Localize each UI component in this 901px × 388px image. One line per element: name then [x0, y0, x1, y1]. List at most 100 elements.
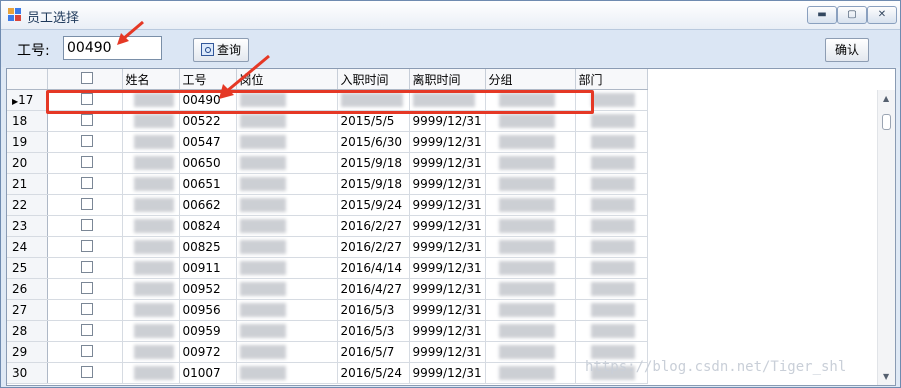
- name-cell[interactable]: [122, 215, 180, 237]
- dept-cell[interactable]: [575, 194, 648, 216]
- table-row[interactable]: 28 00959 2016/5/3 9999/12/31: [7, 320, 648, 342]
- select-cell[interactable]: [47, 257, 123, 279]
- start-cell[interactable]: 2016/5/3: [337, 320, 410, 342]
- end-cell[interactable]: 9999/12/31: [409, 257, 486, 279]
- row-checkbox[interactable]: [80, 114, 93, 126]
- id-cell[interactable]: 00972: [179, 341, 237, 363]
- group-cell[interactable]: [485, 362, 576, 384]
- table-row[interactable]: 30 01007 2016/5/24 9999/12/31: [7, 362, 648, 384]
- table-row[interactable]: 19 00547 2015/6/30 9999/12/31: [7, 131, 648, 153]
- column-header-start[interactable]: 入职时间: [337, 69, 410, 90]
- row-checkbox[interactable]: [80, 303, 93, 315]
- name-cell[interactable]: [122, 341, 180, 363]
- select-cell[interactable]: [47, 362, 123, 384]
- dept-cell[interactable]: [575, 299, 648, 321]
- column-header-end[interactable]: 离职时间: [409, 69, 486, 90]
- table-row[interactable]: 20 00650 2015/9/18 9999/12/31: [7, 152, 648, 174]
- post-cell[interactable]: [236, 362, 338, 384]
- row-header[interactable]: 21: [7, 173, 48, 195]
- end-cell[interactable]: 9999/12/31: [409, 236, 486, 258]
- table-row[interactable]: 21 00651 2015/9/18 9999/12/31: [7, 173, 648, 195]
- row-header[interactable]: 25: [7, 257, 48, 279]
- row-header[interactable]: 30: [7, 362, 48, 384]
- name-cell[interactable]: [122, 278, 180, 300]
- id-cell[interactable]: 00952: [179, 278, 237, 300]
- group-cell[interactable]: [485, 152, 576, 174]
- end-cell[interactable]: 9999/12/31: [409, 131, 486, 153]
- close-button[interactable]: ✕: [867, 6, 897, 24]
- group-cell[interactable]: [485, 257, 576, 279]
- column-header-group[interactable]: 分组: [485, 69, 576, 90]
- select-cell[interactable]: [47, 152, 123, 174]
- row-checkbox[interactable]: [80, 198, 93, 210]
- start-cell[interactable]: 2015/6/30: [337, 131, 410, 153]
- name-cell[interactable]: [122, 173, 180, 195]
- group-cell[interactable]: [485, 278, 576, 300]
- start-cell[interactable]: 2016/5/7: [337, 341, 410, 363]
- end-cell[interactable]: 9999/12/31: [409, 194, 486, 216]
- end-cell[interactable]: 9999/12/31: [409, 278, 486, 300]
- id-cell[interactable]: 00825: [179, 236, 237, 258]
- group-cell[interactable]: [485, 320, 576, 342]
- select-cell[interactable]: [47, 194, 123, 216]
- dept-cell[interactable]: [575, 320, 648, 342]
- select-cell[interactable]: [47, 215, 123, 237]
- table-row[interactable]: 27 00956 2016/5/3 9999/12/31: [7, 299, 648, 321]
- table-row[interactable]: 23 00824 2016/2/27 9999/12/31: [7, 215, 648, 237]
- row-header[interactable]: 18: [7, 110, 48, 132]
- select-cell[interactable]: [47, 320, 123, 342]
- group-cell[interactable]: [485, 215, 576, 237]
- row-checkbox[interactable]: [80, 219, 93, 231]
- row-header[interactable]: 29: [7, 341, 48, 363]
- row-header[interactable]: 24: [7, 236, 48, 258]
- name-cell[interactable]: [122, 257, 180, 279]
- dept-cell[interactable]: [575, 173, 648, 195]
- post-cell[interactable]: [236, 173, 338, 195]
- end-cell[interactable]: 9999/12/31: [409, 299, 486, 321]
- id-cell[interactable]: 00547: [179, 131, 237, 153]
- post-cell[interactable]: [236, 236, 338, 258]
- row-checkbox[interactable]: [80, 177, 93, 189]
- post-cell[interactable]: [236, 215, 338, 237]
- confirm-button[interactable]: 确认: [825, 38, 869, 62]
- id-cell[interactable]: 00911: [179, 257, 237, 279]
- select-cell[interactable]: [47, 278, 123, 300]
- dept-cell[interactable]: [575, 257, 648, 279]
- minimize-button[interactable]: ▬: [807, 6, 837, 24]
- id-cell[interactable]: 00662: [179, 194, 237, 216]
- row-header[interactable]: 23: [7, 215, 48, 237]
- name-cell[interactable]: [122, 194, 180, 216]
- id-cell[interactable]: 01007: [179, 362, 237, 384]
- row-header[interactable]: ▶17: [7, 89, 48, 111]
- row-header[interactable]: 26: [7, 278, 48, 300]
- post-cell[interactable]: [236, 257, 338, 279]
- start-cell[interactable]: 2016/2/27: [337, 215, 410, 237]
- dept-cell[interactable]: [575, 278, 648, 300]
- maximize-button[interactable]: ▢: [837, 6, 867, 24]
- select-cell[interactable]: [47, 173, 123, 195]
- row-header[interactable]: 22: [7, 194, 48, 216]
- end-cell[interactable]: 9999/12/31: [409, 152, 486, 174]
- select-all-checkbox[interactable]: [80, 72, 93, 84]
- select-cell[interactable]: [47, 341, 123, 363]
- post-cell[interactable]: [236, 299, 338, 321]
- dept-cell[interactable]: [575, 236, 648, 258]
- name-cell[interactable]: [122, 320, 180, 342]
- end-cell[interactable]: 9999/12/31: [409, 341, 486, 363]
- table-row[interactable]: 24 00825 2016/2/27 9999/12/31: [7, 236, 648, 258]
- start-cell[interactable]: 2016/4/14: [337, 257, 410, 279]
- group-cell[interactable]: [485, 194, 576, 216]
- dept-cell[interactable]: [575, 131, 648, 153]
- row-checkbox[interactable]: [80, 345, 93, 357]
- group-cell[interactable]: [485, 299, 576, 321]
- group-cell[interactable]: [485, 236, 576, 258]
- post-cell[interactable]: [236, 320, 338, 342]
- dept-cell[interactable]: [575, 152, 648, 174]
- end-cell[interactable]: 9999/12/31: [409, 215, 486, 237]
- select-cell[interactable]: [47, 131, 123, 153]
- name-cell[interactable]: [122, 131, 180, 153]
- start-cell[interactable]: 2015/9/18: [337, 173, 410, 195]
- row-header[interactable]: 28: [7, 320, 48, 342]
- group-cell[interactable]: [485, 173, 576, 195]
- id-cell[interactable]: 00956: [179, 299, 237, 321]
